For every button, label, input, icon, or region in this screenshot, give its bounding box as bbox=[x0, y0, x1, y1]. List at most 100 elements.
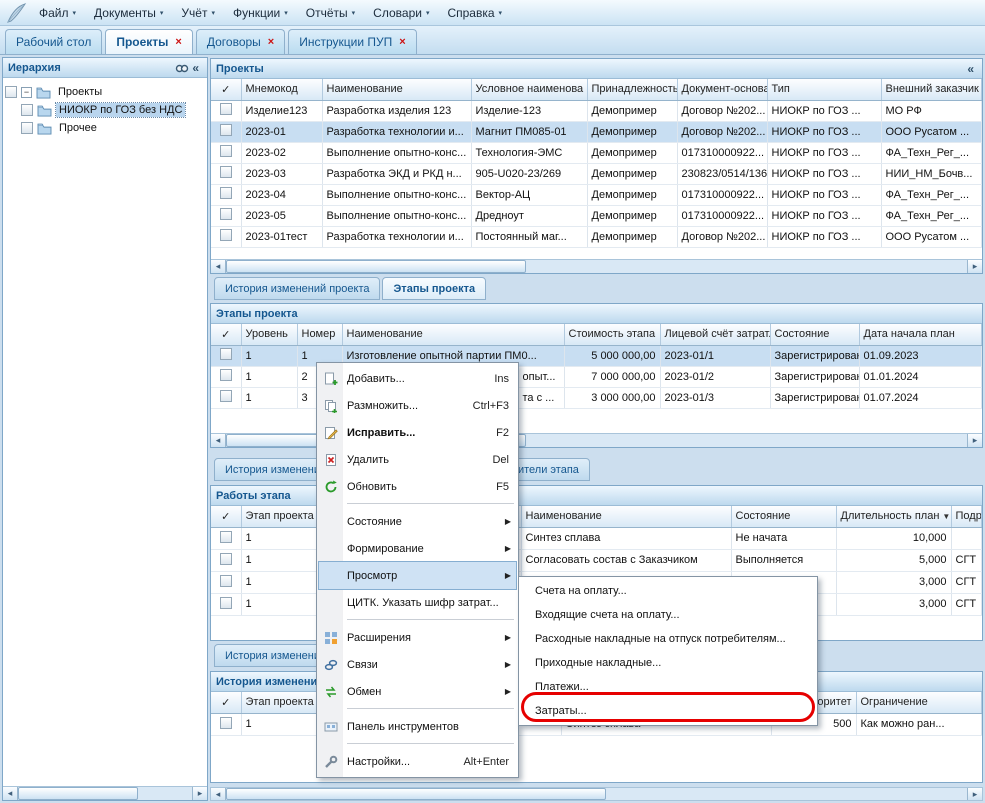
horizontal-scrollbar[interactable]: ◂ ▸ bbox=[210, 787, 983, 801]
scroll-thumb[interactable] bbox=[18, 787, 138, 800]
column-header-duration[interactable]: Длительность план▼ bbox=[836, 506, 951, 527]
tab-project-stages[interactable]: Этапы проекта bbox=[382, 277, 486, 300]
column-header-name[interactable]: Наименование bbox=[342, 324, 564, 345]
close-tab-icon[interactable]: × bbox=[268, 37, 274, 48]
tab-contracts[interactable]: Договоры× bbox=[196, 29, 285, 54]
scroll-right-button[interactable]: ▸ bbox=[192, 787, 207, 800]
tab-project-history[interactable]: История изменений проекта bbox=[214, 277, 380, 300]
search-icon[interactable] bbox=[175, 62, 189, 74]
submenu-item-outgoing-waybills[interactable]: Расходные накладные на отпуск потребител… bbox=[521, 627, 815, 651]
project-row[interactable]: Изделие123Разработка изделия 123Изделие-… bbox=[211, 100, 982, 121]
menu-item-duplicate[interactable]: Размножить... Ctrl+F3 bbox=[319, 392, 516, 419]
collapse-panel-button[interactable]: « bbox=[964, 62, 977, 76]
menu-item-state[interactable]: Состояние ▶ bbox=[319, 508, 516, 535]
row-checkbox[interactable] bbox=[220, 187, 232, 199]
scroll-left-button[interactable]: ◂ bbox=[211, 434, 226, 447]
menubar-item-accounting[interactable]: Учёт▾ bbox=[172, 2, 224, 24]
column-header-mnemocode[interactable]: Мнемокод bbox=[241, 79, 322, 100]
submenu-item-costs[interactable]: Затраты... bbox=[521, 699, 815, 723]
submenu-item-invoices[interactable]: Счета на оплату... bbox=[521, 579, 815, 603]
menu-item-view[interactable]: Просмотр ▶ bbox=[319, 562, 516, 589]
select-all-header[interactable]: ✓ bbox=[211, 692, 241, 713]
row-checkbox[interactable] bbox=[220, 166, 232, 178]
column-header-state[interactable]: Состояние bbox=[770, 324, 859, 345]
scroll-left-button[interactable]: ◂ bbox=[3, 787, 18, 800]
project-row[interactable]: 2023-01тестРазработка технологии и...Пос… bbox=[211, 226, 982, 247]
menu-item-exchange[interactable]: Обмен ▶ bbox=[319, 678, 516, 705]
scroll-right-button[interactable]: ▸ bbox=[967, 434, 982, 447]
menu-item-delete[interactable]: Удалить Del bbox=[319, 446, 516, 473]
menubar-item-documents[interactable]: Документы▾ bbox=[85, 2, 172, 24]
tree-expander-icon[interactable]: − bbox=[21, 87, 32, 98]
row-checkbox[interactable] bbox=[220, 531, 232, 543]
horizontal-scrollbar[interactable]: ◂ ▸ bbox=[211, 259, 982, 273]
menu-item-citk-cost-code[interactable]: ЦИТК. Указать шифр затрат... bbox=[319, 589, 516, 616]
row-checkbox[interactable] bbox=[220, 597, 232, 609]
scroll-right-button[interactable]: ▸ bbox=[967, 788, 982, 800]
row-checkbox[interactable] bbox=[220, 145, 232, 157]
horizontal-scrollbar[interactable]: ◂ ▸ bbox=[3, 786, 207, 800]
menu-item-formation[interactable]: Формирование ▶ bbox=[319, 535, 516, 562]
submenu-item-incoming-invoices[interactable]: Входящие счета на оплату... bbox=[521, 603, 815, 627]
row-checkbox[interactable] bbox=[220, 124, 232, 136]
tree-checkbox[interactable] bbox=[21, 122, 33, 134]
tab-projects[interactable]: Проекты× bbox=[105, 29, 193, 54]
column-header-name[interactable]: Наименование bbox=[521, 506, 731, 527]
scroll-thumb[interactable] bbox=[226, 260, 526, 273]
row-checkbox[interactable] bbox=[220, 575, 232, 587]
row-checkbox[interactable] bbox=[220, 348, 232, 360]
scroll-right-button[interactable]: ▸ bbox=[967, 260, 982, 273]
column-header-start-date[interactable]: Дата начала план bbox=[859, 324, 982, 345]
tree-item-other[interactable]: Прочее bbox=[5, 119, 205, 137]
menubar-item-reports[interactable]: Отчёты▾ bbox=[297, 2, 364, 24]
select-all-header[interactable]: ✓ bbox=[211, 79, 241, 100]
column-header-cost[interactable]: Стоимость этапа bbox=[564, 324, 660, 345]
menubar-item-functions[interactable]: Функции▾ bbox=[224, 2, 297, 24]
column-header-customer[interactable]: Внешний заказчик bbox=[881, 79, 982, 100]
column-header-constraint[interactable]: Ограничение bbox=[856, 692, 982, 713]
column-header-basis[interactable]: Документ-основан bbox=[677, 79, 767, 100]
column-header-account[interactable]: Лицевой счёт затрат. bbox=[660, 324, 770, 345]
column-header-codename[interactable]: Условное наименова bbox=[471, 79, 587, 100]
submenu-item-payments[interactable]: Платежи... bbox=[521, 675, 815, 699]
menu-item-edit[interactable]: Исправить... F2 bbox=[319, 419, 516, 446]
menu-item-toolbar-panel[interactable]: Панель инструментов bbox=[319, 713, 516, 740]
tree-item-niokr[interactable]: НИОКР по ГОЗ без НДС bbox=[5, 101, 205, 119]
select-all-header[interactable]: ✓ bbox=[211, 506, 241, 527]
column-header-type[interactable]: Тип bbox=[767, 79, 881, 100]
row-checkbox[interactable] bbox=[220, 369, 232, 381]
row-checkbox[interactable] bbox=[220, 208, 232, 220]
select-all-header[interactable]: ✓ bbox=[211, 324, 241, 345]
tree-checkbox[interactable] bbox=[5, 86, 17, 98]
column-header-number[interactable]: Номер bbox=[297, 324, 342, 345]
row-checkbox[interactable] bbox=[220, 390, 232, 402]
menubar-item-dictionaries[interactable]: Словари▾ bbox=[364, 2, 438, 24]
row-checkbox[interactable] bbox=[220, 717, 232, 729]
menu-item-settings[interactable]: Настройки... Alt+Enter bbox=[319, 748, 516, 775]
menu-item-refresh[interactable]: Обновить F5 bbox=[319, 473, 516, 500]
project-row[interactable]: 2023-05Выполнение опытно-конс...Дредноут… bbox=[211, 205, 982, 226]
menubar-item-help[interactable]: Справка▾ bbox=[438, 2, 511, 24]
column-header-level[interactable]: Уровень bbox=[241, 324, 297, 345]
project-row[interactable]: 2023-02Выполнение опытно-конс...Технолог… bbox=[211, 142, 982, 163]
menu-item-links[interactable]: Связи ▶ bbox=[319, 651, 516, 678]
menubar-item-file[interactable]: Файл▾ bbox=[30, 2, 85, 24]
scroll-thumb[interactable] bbox=[226, 788, 606, 800]
menu-item-extensions[interactable]: Расширения ▶ bbox=[319, 624, 516, 651]
project-row-selected[interactable]: 2023-01Разработка технологии и...Магнит … bbox=[211, 121, 982, 142]
close-tab-icon[interactable]: × bbox=[175, 37, 181, 48]
row-checkbox[interactable] bbox=[220, 553, 232, 565]
submenu-item-incoming-waybills[interactable]: Приходные накладные... bbox=[521, 651, 815, 675]
row-checkbox[interactable] bbox=[220, 103, 232, 115]
tab-instructions[interactable]: Инструкции ПУП× bbox=[288, 29, 416, 54]
project-row[interactable]: 2023-04Выполнение опытно-конс...Вектор-А… bbox=[211, 184, 982, 205]
menu-item-add[interactable]: Добавить... Ins bbox=[319, 365, 516, 392]
row-checkbox[interactable] bbox=[220, 229, 232, 241]
scroll-left-button[interactable]: ◂ bbox=[211, 260, 226, 273]
column-header-name[interactable]: Наименование bbox=[322, 79, 471, 100]
project-row[interactable]: 2023-03Разработка ЭКД и РКД н...905-U020… bbox=[211, 163, 982, 184]
tree-item-projects-root[interactable]: − Проекты bbox=[5, 83, 205, 101]
column-header-ownership[interactable]: Принадлежность bbox=[587, 79, 677, 100]
scroll-left-button[interactable]: ◂ bbox=[211, 788, 226, 800]
tab-desktop[interactable]: Рабочий стол bbox=[5, 29, 102, 54]
